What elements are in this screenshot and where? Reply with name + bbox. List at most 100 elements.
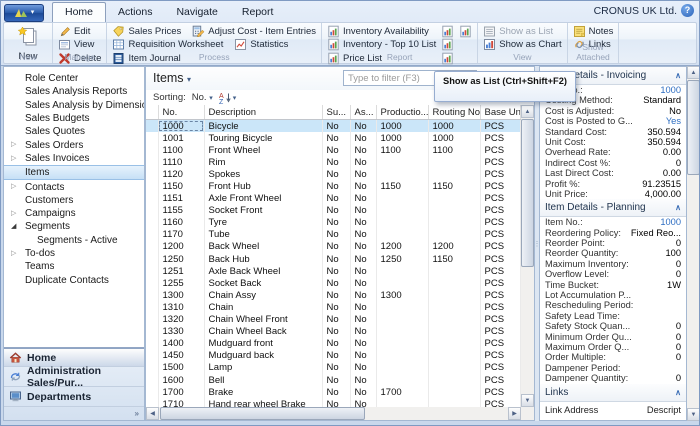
sort-ascending-button[interactable]: AZ ▾ (219, 92, 237, 104)
table-row[interactable]: 1500LampNoNoPCS (146, 362, 521, 374)
factbox-scrollbar[interactable]: ▲ ▼ (687, 66, 700, 421)
sidebar-item-sales-analysis-reports[interactable]: Sales Analysis Reports (4, 85, 144, 98)
table-row[interactable]: 1300Chain AssyNoNo1300PCS (146, 289, 521, 301)
inventory-availability-button[interactable]: Inventory Availability (327, 25, 436, 38)
table-row[interactable]: 1400Mudguard frontNoNoPCS (146, 338, 521, 350)
column-header-productio[interactable]: Productio... (376, 105, 428, 120)
scrollbar-thumb[interactable] (687, 80, 700, 175)
report-chart-button[interactable] (441, 39, 454, 52)
table-row[interactable]: 1330Chain Wheel BackNoNoPCS (146, 326, 521, 338)
scroll-up-icon[interactable]: ▲ (521, 105, 534, 118)
column-header-routing-no[interactable]: Routing No. (428, 105, 480, 120)
sidebar-item-to-dos[interactable]: ▷To-dos (4, 247, 144, 260)
sidebar-item-sales-budgets[interactable]: Sales Budgets (4, 112, 144, 125)
inventory-top-10-list-button[interactable]: Inventory - Top 10 List (327, 39, 436, 52)
vertical-scrollbar[interactable]: ▲ ▼ (521, 105, 534, 407)
column-header-no[interactable]: No. (158, 105, 204, 120)
sidebar-item-duplicate-contacts[interactable]: Duplicate Contacts (4, 273, 144, 286)
report-chart-button[interactable] (459, 25, 472, 38)
view-button[interactable]: View (58, 39, 101, 52)
sidebar-item-items[interactable]: Items (4, 165, 144, 180)
requisition-worksheet-button[interactable]: Requisition Worksheet (112, 39, 223, 52)
scroll-up-icon[interactable]: ▲ (687, 66, 700, 79)
table-row[interactable]: 1001Touring BicycleNoNo10001000PCS (146, 132, 521, 144)
sidebar-item-segments-active[interactable]: Segments - Active (4, 234, 144, 247)
scroll-down-icon[interactable]: ▼ (687, 408, 700, 421)
scrollbar-thumb[interactable] (160, 407, 365, 420)
table-row[interactable]: 1310ChainNoNoPCS (146, 301, 521, 313)
sidebar-item-contacts[interactable]: ▷Contacts (4, 180, 144, 193)
table-row[interactable]: 1100Front WheelNoNo11001100PCS (146, 144, 521, 156)
table-row[interactable]: 1120SpokesNoNoPCS (146, 168, 521, 180)
table-row[interactable]: 1600BellNoNoPCS (146, 374, 521, 386)
adjust-cost-item-entries-button[interactable]: Adjust Cost - Item Entries (192, 25, 316, 38)
show-as-list-button[interactable]: Show as List (483, 25, 561, 38)
scrollbar-thumb[interactable] (521, 119, 534, 267)
collapse-chevron-icon[interactable]: ∧ (675, 388, 681, 397)
sidebar-item-role-center[interactable]: Role Center (4, 72, 144, 85)
expander-collapsed-icon[interactable]: ▷ (11, 152, 16, 165)
help-icon[interactable]: ? (681, 4, 694, 17)
sidebar-item-sales-orders[interactable]: ▷Sales Orders (4, 138, 144, 151)
table-row[interactable]: 1251Axle Back WheelNoNoPCS (146, 265, 521, 277)
table-row[interactable]: 1320Chain Wheel FrontNoNoPCS (146, 314, 521, 326)
table-row[interactable]: 1250Back HubNoNo12501150PCS (146, 253, 521, 265)
tab-home[interactable]: Home (52, 2, 106, 22)
tab-actions[interactable]: Actions (106, 3, 164, 22)
horizontal-scrollbar[interactable]: ◀ ▶ (146, 407, 521, 420)
application-menu-button[interactable]: ▾ (4, 4, 44, 22)
table-row[interactable]: 1110RimNoNoPCS (146, 156, 521, 168)
sales-prices-button[interactable]: Sales Prices (112, 25, 181, 38)
sidebar-item-sales-invoices[interactable]: ▷Sales Invoices (4, 152, 144, 165)
table-row[interactable]: 1155Socket FrontNoNoPCS (146, 205, 521, 217)
scroll-left-icon[interactable]: ◀ (146, 407, 159, 420)
sidebar-button-administration-sales-pur[interactable]: Administration Sales/Pur... (4, 367, 144, 387)
tab-report[interactable]: Report (230, 3, 286, 22)
table-row[interactable]: 1000BicycleNoNo10001000PCS (146, 120, 521, 133)
field-value[interactable]: 1000 (660, 217, 681, 227)
column-header-base-unit[interactable]: Base Unit ... (480, 105, 521, 120)
table-row[interactable]: 1150Front HubNoNo11501150PCS (146, 180, 521, 192)
table-row[interactable]: 1255Socket BackNoNoPCS (146, 277, 521, 289)
expander-collapsed-icon[interactable]: ▷ (11, 180, 16, 193)
field-value[interactable]: 1000 (660, 85, 681, 95)
configure-buttons-icon[interactable]: » (135, 409, 139, 418)
expander-collapsed-icon[interactable]: ▷ (11, 247, 16, 260)
table-row[interactable]: 1160TyreNoNoPCS (146, 217, 521, 229)
statistics-button[interactable]: Statistics (234, 39, 288, 52)
report-chart-button[interactable] (441, 25, 454, 38)
sidebar-item-segments[interactable]: ◢Segments (4, 220, 144, 233)
factbox-header-links[interactable]: Links ∧ (540, 384, 686, 402)
sidebar-item-teams[interactable]: Teams (4, 260, 144, 273)
table-row[interactable]: 1170TubeNoNoPCS (146, 229, 521, 241)
sidebar-item-customers[interactable]: Customers (4, 194, 144, 207)
expander-collapsed-icon[interactable]: ▷ (11, 207, 16, 220)
show-as-chart-button[interactable]: Show as Chart (483, 39, 561, 52)
factbox-header-planning[interactable]: Item Details - Planning ∧ (540, 199, 686, 217)
expander-collapsed-icon[interactable]: ▷ (11, 138, 16, 151)
column-header-as[interactable]: As... (350, 105, 376, 120)
column-header-su[interactable]: Su... (322, 105, 350, 120)
notes-button[interactable]: Notes (573, 25, 614, 38)
field-value[interactable]: Yes (666, 116, 681, 126)
sidebar-button-departments[interactable]: Departments (4, 387, 144, 407)
table-row[interactable]: 1710Hand rear wheel BrakeNoNoPCS (146, 398, 521, 407)
table-row[interactable]: 1450Mudguard backNoNoPCS (146, 350, 521, 362)
table-row[interactable]: 1200Back WheelNoNo12001200PCS (146, 241, 521, 253)
sidebar-item-campaigns[interactable]: ▷Campaigns (4, 207, 144, 220)
tab-navigate[interactable]: Navigate (164, 3, 229, 22)
sidebar-item-sales-analysis-by-dimensions[interactable]: Sales Analysis by Dimensions (4, 99, 144, 112)
sidebar-item-sales-quotes[interactable]: Sales Quotes (4, 125, 144, 138)
collapse-chevron-icon[interactable]: ∧ (675, 71, 681, 80)
expander-expanded-icon[interactable]: ◢ (11, 220, 16, 233)
filter-input[interactable] (343, 70, 437, 86)
table-row[interactable]: 1700BrakeNoNo1700PCS (146, 386, 521, 398)
collapse-chevron-icon[interactable]: ∧ (675, 203, 681, 212)
table-row[interactable]: 1151Axle Front WheelNoNoPCS (146, 193, 521, 205)
scroll-down-icon[interactable]: ▼ (521, 394, 534, 407)
sorting-field-dropdown[interactable]: No. ▾ (192, 92, 213, 103)
edit-button[interactable]: Edit (58, 25, 101, 38)
page-title[interactable]: Items ▾ (153, 71, 191, 85)
column-header-description[interactable]: Description (204, 105, 322, 120)
scroll-right-icon[interactable]: ▶ (508, 407, 521, 420)
